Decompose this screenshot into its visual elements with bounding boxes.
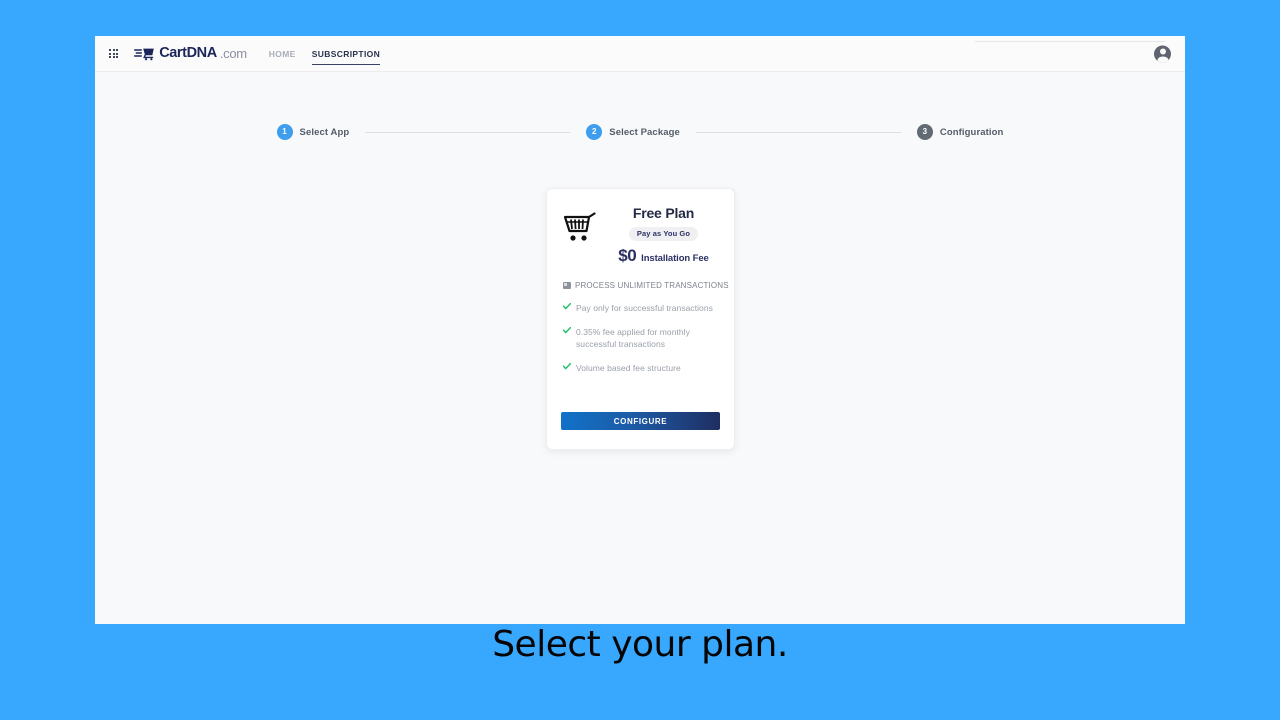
step-number-badge: 1 xyxy=(276,124,293,140)
plan-feature-list: Pay only for successful transactions 0.3… xyxy=(563,302,718,375)
step-label: Select App xyxy=(299,126,350,138)
step-number-badge: 2 xyxy=(586,124,603,140)
feature-text: 0.35% fee applied for monthly successful… xyxy=(576,326,690,350)
header-divider-artifact xyxy=(975,41,1165,42)
configure-button-label: CONFIGURE xyxy=(613,416,668,426)
plan-price-note: Installation Fee xyxy=(641,252,709,264)
brand-tld: .com xyxy=(219,46,247,61)
step-number-badge: 3 xyxy=(916,124,933,140)
nav-item-subscription[interactable]: SUBSCRIPTION xyxy=(311,37,381,70)
plan-tagline-row: PROCESS UNLIMITED TRANSACTIONS xyxy=(563,281,729,290)
plan-price: $0 xyxy=(618,245,637,265)
plan-card-free[interactable]: Free Plan Pay as You Go $0 Installation … xyxy=(546,188,735,450)
check-icon xyxy=(563,302,571,310)
plan-badge-pay-as-you-go: Pay as You Go xyxy=(628,226,699,241)
screen-icon xyxy=(563,281,571,289)
progress-stepper: 1 Select App 2 Select Package 3 Configur… xyxy=(95,124,1185,140)
nav-item-home[interactable]: HOME xyxy=(269,37,296,70)
check-icon xyxy=(563,363,571,370)
cart-speed-logo-icon xyxy=(134,48,154,61)
step-label: Configuration xyxy=(939,126,1004,138)
caption-text: Select your plan. xyxy=(492,624,788,665)
feature-text: Volume based fee structure xyxy=(576,363,681,374)
stepper-step-select-app[interactable]: 1 Select App xyxy=(276,124,350,140)
plan-price-row: $0 Installation Fee xyxy=(618,245,709,266)
stepper-step-configuration[interactable]: 3 Configuration xyxy=(916,124,1004,140)
step-connector xyxy=(365,131,571,133)
feature-text: Pay only for successful transactions xyxy=(576,302,713,313)
list-item: Volume based fee structure xyxy=(563,362,718,375)
browser-viewport: CartDNA .com HOME SUBSCRIPTION 1 Select … xyxy=(95,36,1185,624)
brand-name: CartDNA xyxy=(159,45,217,62)
main-nav: HOME SUBSCRIPTION xyxy=(269,36,381,71)
shopping-cart-icon xyxy=(563,212,596,241)
step-connector xyxy=(695,131,901,133)
step-label: Select Package xyxy=(609,126,680,138)
plan-title: Free Plan xyxy=(632,205,695,221)
apps-grid-icon[interactable] xyxy=(109,48,119,59)
plan-tagline: PROCESS UNLIMITED TRANSACTIONS xyxy=(575,280,729,290)
stepper-step-select-package[interactable]: 2 Select Package xyxy=(586,124,680,140)
brand-logo[interactable]: CartDNA .com xyxy=(134,46,247,61)
plan-card-header: Free Plan Pay as You Go $0 Installation … xyxy=(563,205,718,266)
list-item: Pay only for successful transactions xyxy=(563,302,718,315)
check-icon xyxy=(563,326,571,333)
app-header: CartDNA .com HOME SUBSCRIPTION xyxy=(95,36,1185,72)
list-item: 0.35% fee applied for monthly successful… xyxy=(563,326,718,352)
user-avatar-icon[interactable] xyxy=(1154,45,1171,62)
configure-button[interactable]: CONFIGURE xyxy=(561,412,720,430)
